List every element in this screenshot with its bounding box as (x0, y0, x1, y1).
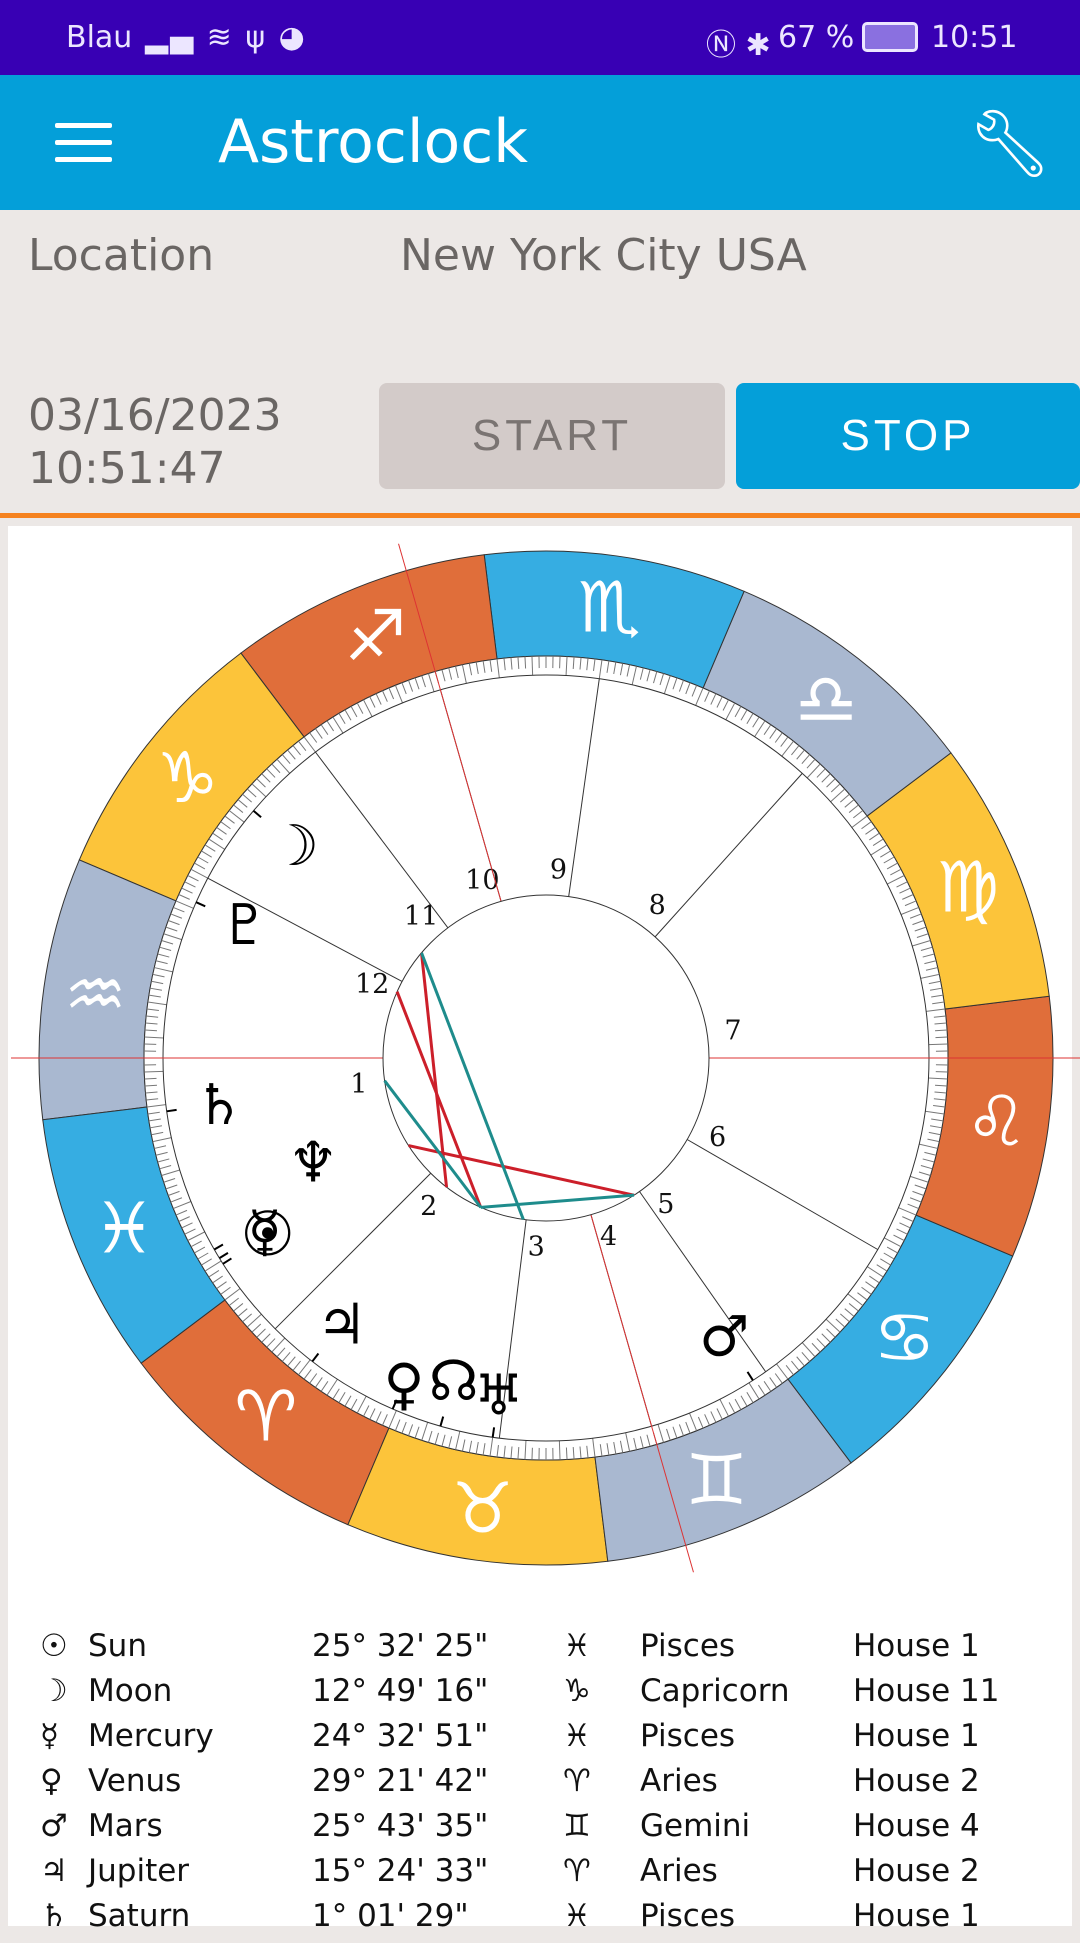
sign-glyph-icon: ♈︎ (234, 1376, 297, 1458)
planet-degree: 15° 24' 33" (312, 1853, 488, 1889)
house-number: 7 (724, 1015, 741, 1046)
planet-row: ♃ Jupiter 15° 24' 33" ♈ Aries House 2 (0, 1853, 1080, 1898)
house-number: 11 (404, 901, 438, 932)
house-number: 10 (465, 865, 499, 896)
sign-glyph-icon: ♐︎ (344, 595, 407, 677)
sign-glyph-icon: ♎︎ (795, 658, 858, 740)
planet-row: ☉ Sun 25° 32' 25" ♓ Pisces House 1 (0, 1628, 1080, 1673)
planet-glyph-icon: ♃ (40, 1853, 68, 1889)
planet-name: Venus (88, 1763, 181, 1799)
planet-row: ♄ Saturn 1° 01' 29" ♓ Pisces House 1 (0, 1898, 1080, 1943)
planet-name: Saturn (88, 1898, 190, 1934)
planet-glyph-icon: ☉ (40, 1628, 68, 1664)
planet-degree: 25° 32' 25" (312, 1628, 488, 1664)
sign-name: Pisces (640, 1628, 735, 1664)
planet-degree: 29° 21' 42" (312, 1763, 488, 1799)
moon-icon: ☽︎ (269, 814, 319, 879)
planet-name: Jupiter (88, 1853, 189, 1889)
sign-glyph-icon: ♈ (563, 1763, 591, 1799)
planet-name: Mars (88, 1808, 163, 1844)
house-number: 8 (649, 890, 666, 921)
node-icon: ☊︎ (429, 1349, 479, 1414)
saturn-icon: ♄︎ (194, 1073, 244, 1138)
planet-degree: 1° 01' 29" (312, 1898, 469, 1934)
sign-glyph-icon: ♍︎ (936, 847, 999, 929)
sign-glyph-icon: ♒︎ (64, 954, 127, 1036)
planet-row: ☽ Moon 12° 49' 16" ♑ Capricorn House 11 (0, 1673, 1080, 1718)
sign-name: Gemini (640, 1808, 750, 1844)
house: House 11 (853, 1673, 999, 1709)
house-number: 2 (420, 1191, 437, 1222)
sign-name: Aries (640, 1853, 718, 1889)
house: House 2 (853, 1853, 980, 1889)
house: House 2 (853, 1763, 980, 1799)
degree-tick (929, 1044, 948, 1045)
planet-glyph-icon: ☿ (40, 1718, 59, 1754)
sign-glyph-icon: ♓︎ (93, 1187, 156, 1269)
house: House 4 (853, 1808, 980, 1844)
planet-degree: 24° 32' 51" (312, 1718, 488, 1754)
planet-glyph-icon: ♂ (40, 1808, 68, 1844)
degree-tick (566, 1447, 567, 1459)
sign-name: Pisces (640, 1718, 735, 1754)
mars-icon: ♂︎ (699, 1305, 749, 1370)
planet-row: ♀ Venus 29° 21' 42" ♈ Aries House 2 (0, 1763, 1080, 1808)
sign-name: Capricorn (640, 1673, 790, 1709)
planet-glyph-icon: ♀ (40, 1763, 63, 1799)
house-number: 1 (350, 1069, 367, 1100)
neptune-icon: ♆︎ (288, 1131, 338, 1196)
planet-marker (167, 1110, 177, 1111)
house-number: 6 (709, 1122, 726, 1153)
planet-name: Mercury (88, 1718, 214, 1754)
degree-tick (144, 1071, 163, 1072)
sign-glyph-icon: ♌︎ (965, 1080, 1028, 1162)
jupiter-icon: ♃︎ (316, 1292, 366, 1357)
uranus-icon: ♅︎ (474, 1364, 524, 1429)
sign-glyph-icon: ♉︎ (451, 1468, 514, 1550)
degree-tick (532, 656, 533, 675)
degree-tick (935, 1037, 947, 1038)
sign-glyph-icon: ♑︎ (156, 737, 219, 819)
planet-degree: 12° 49' 16" (312, 1673, 488, 1709)
planet-degree: 25° 43' 35" (312, 1808, 488, 1844)
planet-glyph-icon: ☽ (40, 1673, 68, 1709)
house: House 1 (853, 1898, 980, 1934)
sign-glyph-icon: ♓ (563, 1628, 591, 1664)
mercury-icon: ☿︎ (247, 1199, 281, 1264)
house-number: 3 (528, 1232, 545, 1263)
degree-tick (145, 1078, 157, 1079)
sign-glyph-icon: ♑ (563, 1673, 591, 1709)
sign-glyph-icon: ♏︎ (578, 566, 641, 648)
planet-row: ☿ Mercury 24° 32' 51" ♓ Pisces House 1 (0, 1718, 1080, 1763)
planet-marker (493, 1427, 494, 1437)
sign-name: Aries (640, 1763, 718, 1799)
sign-glyph-icon: ♈ (563, 1853, 591, 1889)
planet-name: Sun (88, 1628, 147, 1664)
sign-glyph-icon: ♊︎ (685, 1439, 748, 1521)
planet-name: Moon (88, 1673, 172, 1709)
house-number: 4 (600, 1221, 617, 1252)
astro-wheel: ♈︎♉︎♊︎♋︎♌︎♍︎♎︎♏︎♐︎♑︎♒︎♓︎123456789101112☉… (0, 0, 1080, 1600)
house-number: 5 (657, 1189, 674, 1220)
sign-glyph-icon: ♋︎ (873, 1297, 936, 1379)
sign-glyph-icon: ♊ (563, 1808, 591, 1844)
house-number: 9 (550, 854, 567, 885)
sign-name: Pisces (640, 1898, 735, 1934)
house: House 1 (853, 1628, 980, 1664)
venus-icon: ♀︎ (383, 1352, 424, 1417)
house: House 1 (853, 1718, 980, 1754)
degree-tick (559, 1441, 560, 1460)
planet-glyph-icon: ♄ (40, 1898, 68, 1934)
sign-glyph-icon: ♓ (563, 1898, 591, 1934)
degree-tick (525, 657, 526, 669)
sign-glyph-icon: ♓ (563, 1718, 591, 1754)
planet-row: ♂ Mars 25° 43' 35" ♊ Gemini House 4 (0, 1808, 1080, 1853)
pluto-icon: ♇︎ (219, 893, 269, 958)
house-number: 12 (355, 969, 389, 1000)
